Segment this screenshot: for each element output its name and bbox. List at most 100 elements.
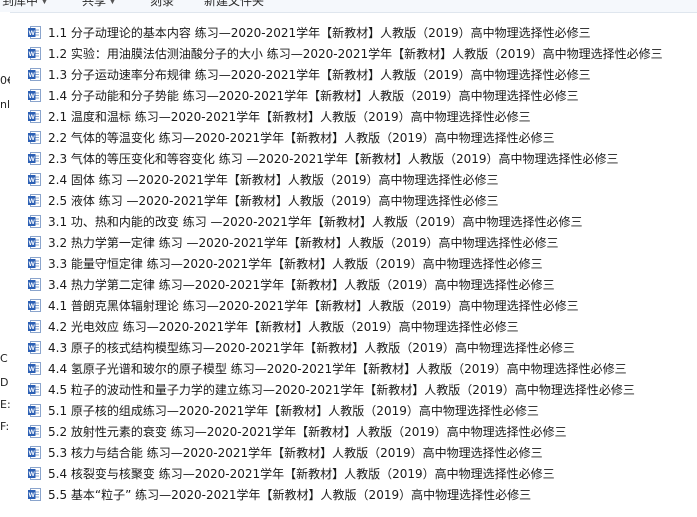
file-list: W 1.1 分子动理论的基本内容 练习—2020-2021学年【新教材】人教版（… (28, 22, 663, 505)
file-name: 3.2 热力学第一定律 练习 —2020-2021学年【新教材】人教版（2019… (48, 236, 559, 250)
file-list-item[interactable]: W 2.4 固体 练习 —2020-2021学年【新教材】人教版（2019）高中… (28, 169, 663, 190)
word-doc-icon: W (28, 68, 41, 81)
file-name: 5.4 核裂变与核聚变 练习—2020-2021学年【新教材】人教版（2019）… (48, 467, 555, 481)
word-doc-icon: W (28, 89, 41, 102)
svg-text:W: W (29, 429, 36, 436)
word-doc-icon: W (28, 110, 41, 123)
svg-text:W: W (29, 51, 36, 58)
svg-text:W: W (29, 408, 36, 415)
file-name: 3.4 热力学第二定律 练习—2020-2021学年【新教材】人教版（2019）… (48, 278, 555, 292)
svg-text:W: W (29, 366, 36, 373)
file-name: 5.1 原子核的组成练习—2020-2021学年【新教材】人教版（2019）高中… (48, 404, 539, 418)
file-list-item[interactable]: W 4.4 氢原子光谱和玻尔的原子模型 练习—2020-2021学年【新教材】人… (28, 358, 663, 379)
file-list-item[interactable]: W 4.2 光电效应 练习—2020-2021学年【新教材】人教版（2019）高… (28, 316, 663, 337)
word-doc-icon: W (28, 320, 41, 333)
nav-fragment[interactable]: E: (0, 398, 10, 411)
nav-fragment[interactable]: nl (0, 98, 10, 111)
svg-text:W: W (29, 303, 36, 310)
svg-text:W: W (29, 387, 36, 394)
file-list-item[interactable]: W 1.4 分子动能和分子势能 练习—2020-2021学年【新教材】人教版（2… (28, 85, 663, 106)
svg-text:W: W (29, 93, 36, 100)
file-name: 2.2 气体的等温变化 练习—2020-2021学年【新教材】人教版（2019）… (48, 131, 555, 145)
word-doc-icon: W (28, 152, 41, 165)
file-list-item[interactable]: W 3.2 热力学第一定律 练习 —2020-2021学年【新教材】人教版（20… (28, 232, 663, 253)
share-to-library-button[interactable]: 到库中 ▼ (2, 0, 48, 9)
file-list-item[interactable]: W 5.1 原子核的组成练习—2020-2021学年【新教材】人教版（2019）… (28, 400, 663, 421)
nav-fragment[interactable]: 0€ (0, 74, 10, 87)
file-list-item[interactable]: W 2.2 气体的等温变化 练习—2020-2021学年【新教材】人教版（201… (28, 127, 663, 148)
nav-fragment[interactable]: C (0, 352, 8, 365)
file-name: 3.1 功、热和内能的改变 练习 —2020-2021学年【新教材】人教版（20… (48, 215, 583, 229)
svg-text:W: W (29, 177, 36, 184)
word-doc-icon: W (28, 488, 41, 501)
file-name: 1.4 分子动能和分子势能 练习—2020-2021学年【新教材】人教版（201… (48, 89, 579, 103)
file-list-item[interactable]: W 1.2 实验：用油膜法估测油酸分子的大小 练习—2020-2021学年【新教… (28, 43, 663, 64)
word-doc-icon: W (28, 194, 41, 207)
file-name: 5.3 核力与结合能 练习—2020-2021学年【新教材】人教版（2019）高… (48, 446, 543, 460)
word-doc-icon: W (28, 215, 41, 228)
share-label: 共享 (82, 0, 107, 8)
file-list-item[interactable]: W 5.3 核力与结合能 练习—2020-2021学年【新教材】人教版（2019… (28, 442, 663, 463)
word-doc-icon: W (28, 446, 41, 459)
file-name: 2.5 液体 练习 —2020-2021学年【新教材】人教版（2019）高中物理… (48, 194, 499, 208)
navigation-pane: 0€ nl C D E: F: (0, 12, 10, 517)
svg-text:W: W (29, 114, 36, 121)
file-name: 4.1 普朗克黑体辐射理论 练习—2020-2021学年【新教材】人教版（201… (48, 299, 579, 313)
share-to-library-label: 到库中 (2, 0, 39, 8)
file-name: 4.2 光电效应 练习—2020-2021学年【新教材】人教版（2019）高中物… (48, 320, 519, 334)
svg-text:W: W (29, 135, 36, 142)
file-name: 2.3 气体的等压变化和等容变化 练习 —2020-2021学年【新教材】人教版… (48, 152, 619, 166)
svg-text:W: W (29, 261, 36, 268)
file-list-item[interactable]: W 4.3 原子的核式结构模型练习—2020-2021学年【新教材】人教版（20… (28, 337, 663, 358)
word-doc-icon: W (28, 26, 41, 39)
nav-fragment[interactable]: D (0, 376, 8, 389)
svg-text:W: W (29, 282, 36, 289)
explorer-toolbar: 到库中 ▼ 共享 ▼ 刻录 新建文件夹 (0, 0, 697, 13)
file-list-item[interactable]: W 3.4 热力学第二定律 练习—2020-2021学年【新教材】人教版（201… (28, 274, 663, 295)
word-doc-icon: W (28, 362, 41, 375)
file-list-item[interactable]: W 1.1 分子动理论的基本内容 练习—2020-2021学年【新教材】人教版（… (28, 22, 663, 43)
file-name: 5.2 放射性元素的衰变 练习—2020-2021学年【新教材】人教版（2019… (48, 425, 567, 439)
svg-text:W: W (29, 450, 36, 457)
nav-fragment[interactable]: F: (0, 420, 9, 433)
file-name: 4.3 原子的核式结构模型练习—2020-2021学年【新教材】人教版（2019… (48, 341, 575, 355)
word-doc-icon: W (28, 278, 41, 291)
file-list-item[interactable]: W 4.5 粒子的波动性和量子力学的建立练习—2020-2021学年【新教材】人… (28, 379, 663, 400)
file-name: 4.4 氢原子光谱和玻尔的原子模型 练习—2020-2021学年【新教材】人教版… (48, 362, 627, 376)
file-list-item[interactable]: W 2.3 气体的等压变化和等容变化 练习 —2020-2021学年【新教材】人… (28, 148, 663, 169)
svg-text:W: W (29, 324, 36, 331)
file-name: 3.3 能量守恒定律 练习—2020-2021学年【新教材】人教版（2019）高… (48, 257, 543, 271)
word-doc-icon: W (28, 257, 41, 270)
file-list-item[interactable]: W 2.5 液体 练习 —2020-2021学年【新教材】人教版（2019）高中… (28, 190, 663, 211)
word-doc-icon: W (28, 236, 41, 249)
svg-text:W: W (29, 72, 36, 79)
burn-label: 刻录 (150, 0, 175, 8)
new-folder-label: 新建文件夹 (204, 0, 265, 8)
file-list-item[interactable]: W 4.1 普朗克黑体辐射理论 练习—2020-2021学年【新教材】人教版（2… (28, 295, 663, 316)
word-doc-icon: W (28, 467, 41, 480)
word-doc-icon: W (28, 299, 41, 312)
file-list-item[interactable]: W 3.1 功、热和内能的改变 练习 —2020-2021学年【新教材】人教版（… (28, 211, 663, 232)
share-button[interactable]: 共享 ▼ (82, 0, 116, 9)
file-list-item[interactable]: W 1.3 分子运动速率分布规律 练习—2020-2021学年【新教材】人教版（… (28, 64, 663, 85)
burn-button[interactable]: 刻录 (150, 0, 174, 9)
file-list-item[interactable]: W 5.2 放射性元素的衰变 练习—2020-2021学年【新教材】人教版（20… (28, 421, 663, 442)
file-list-item[interactable]: W 2.1 温度和温标 练习—2020-2021学年【新教材】人教版（2019）… (28, 106, 663, 127)
svg-text:W: W (29, 492, 36, 499)
word-doc-icon: W (28, 131, 41, 144)
word-doc-icon: W (28, 404, 41, 417)
file-name: 1.2 实验：用油膜法估测油酸分子的大小 练习—2020-2021学年【新教材】… (48, 47, 663, 61)
chevron-down-icon: ▼ (109, 0, 116, 6)
new-folder-button[interactable]: 新建文件夹 (204, 0, 264, 9)
chevron-down-icon: ▼ (41, 0, 48, 6)
file-name: 2.1 温度和温标 练习—2020-2021学年【新教材】人教版（2019）高中… (48, 110, 531, 124)
file-name: 1.3 分子运动速率分布规律 练习—2020-2021学年【新教材】人教版（20… (48, 68, 591, 82)
file-list-item[interactable]: W 5.5 基本“粒子” 练习—2020-2021学年【新教材】人教版（2019… (28, 484, 663, 505)
file-list-item[interactable]: W 5.4 核裂变与核聚变 练习—2020-2021学年【新教材】人教版（201… (28, 463, 663, 484)
file-name: 4.5 粒子的波动性和量子力学的建立练习—2020-2021学年【新教材】人教版… (48, 383, 635, 397)
word-doc-icon: W (28, 341, 41, 354)
file-list-item[interactable]: W 3.3 能量守恒定律 练习—2020-2021学年【新教材】人教版（2019… (28, 253, 663, 274)
word-doc-icon: W (28, 425, 41, 438)
svg-text:W: W (29, 198, 36, 205)
svg-text:W: W (29, 471, 36, 478)
